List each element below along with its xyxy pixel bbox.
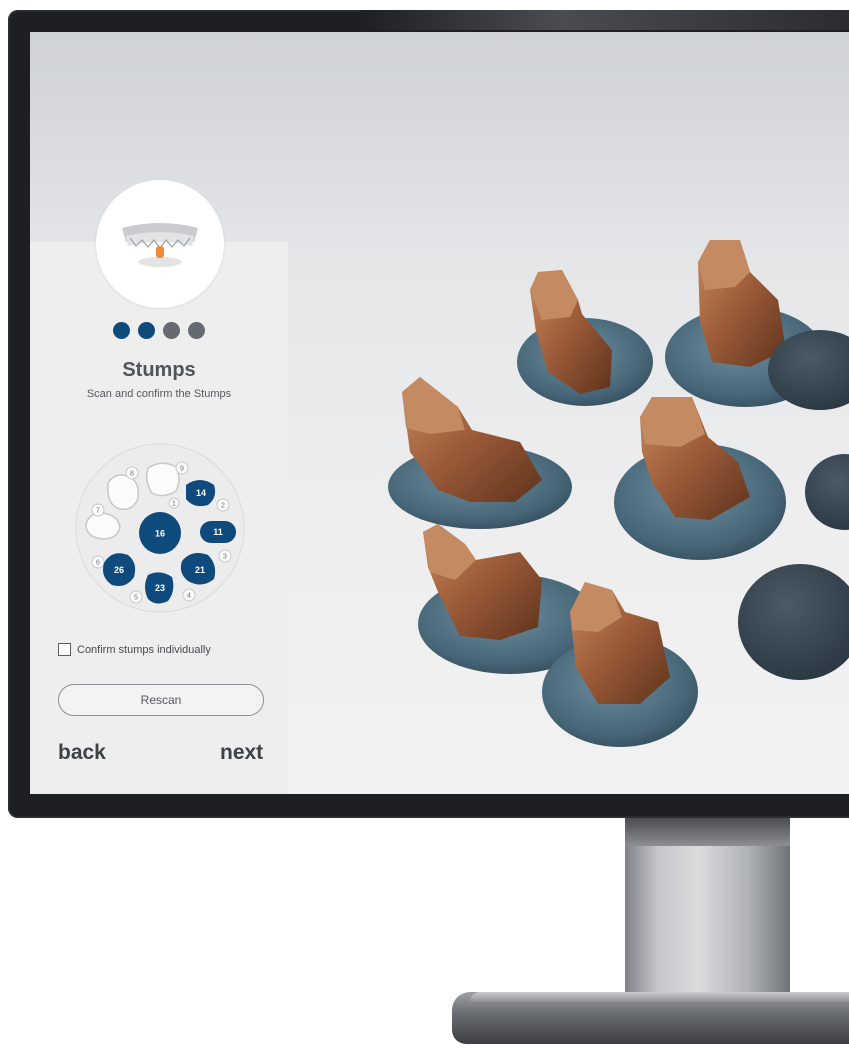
step-dot-pending	[188, 322, 205, 339]
tooth-number: 9	[180, 466, 184, 473]
monitor-stand-base-top	[470, 992, 849, 1002]
app-screen: Stumps Scan and confirm the Stumps 8 9 7…	[30, 32, 849, 794]
monitor-stand-neck	[625, 818, 790, 1006]
confirm-stumps-option[interactable]: Confirm stumps individually	[58, 643, 211, 656]
stump-scan	[614, 397, 786, 560]
tooth-number: 14	[196, 488, 206, 498]
tooth-number: 11	[213, 527, 223, 537]
tooth-number: 26	[114, 565, 124, 575]
tooth-selected[interactable]: 16	[139, 512, 181, 554]
step-dot-pending	[163, 322, 180, 339]
step-dot-done	[113, 322, 130, 339]
stump-scan	[388, 377, 572, 529]
next-button[interactable]: next	[220, 741, 263, 765]
step-badge	[96, 180, 224, 308]
tooth-number: 8	[130, 471, 134, 478]
tooth-number: 4	[187, 593, 191, 600]
tooth-selected[interactable]: 23	[145, 572, 174, 604]
rescan-button[interactable]: Rescan	[58, 684, 264, 716]
back-button[interactable]: back	[58, 741, 106, 765]
tooth-number: 23	[155, 583, 165, 593]
tooth-selected[interactable]: 14	[186, 480, 216, 507]
scan-3d-viewport[interactable]	[280, 32, 849, 794]
tooth-number: 7	[96, 508, 100, 515]
stump-base	[738, 564, 849, 680]
tooth-number: 3	[223, 554, 227, 561]
tooth-selected[interactable]: 26	[103, 553, 136, 586]
step-indicator	[113, 322, 205, 339]
tooth-number: 1	[172, 501, 176, 508]
tooth-outline[interactable]	[107, 474, 140, 511]
step-subtitle: Scan and confirm the Stumps	[86, 388, 232, 400]
tooth-outline[interactable]	[145, 462, 180, 497]
step-title: Stumps	[122, 359, 196, 381]
tooth-selected[interactable]: 11	[200, 521, 236, 543]
confirm-stumps-label: Confirm stumps individually	[77, 643, 211, 656]
tooth-number: 2	[221, 503, 225, 510]
monitor-shine	[360, 10, 849, 30]
tooth-number: 5	[134, 595, 138, 602]
tooth-number: 16	[155, 529, 165, 539]
confirm-stumps-checkbox[interactable]	[58, 643, 71, 656]
monitor-stand-shadow	[625, 818, 790, 846]
step-dot-done	[138, 322, 155, 339]
stump-base	[805, 454, 849, 530]
tooth-number: 6	[96, 560, 100, 567]
tooth-number: 21	[195, 565, 205, 575]
stump-scan	[517, 270, 653, 406]
tooth-selection-map[interactable]: 8 9 7 1 2 3 4 5 6 14 11 16 26 21 23	[68, 443, 252, 613]
tooth-outline[interactable]	[85, 512, 121, 540]
dental-arch-model-icon	[122, 223, 198, 267]
